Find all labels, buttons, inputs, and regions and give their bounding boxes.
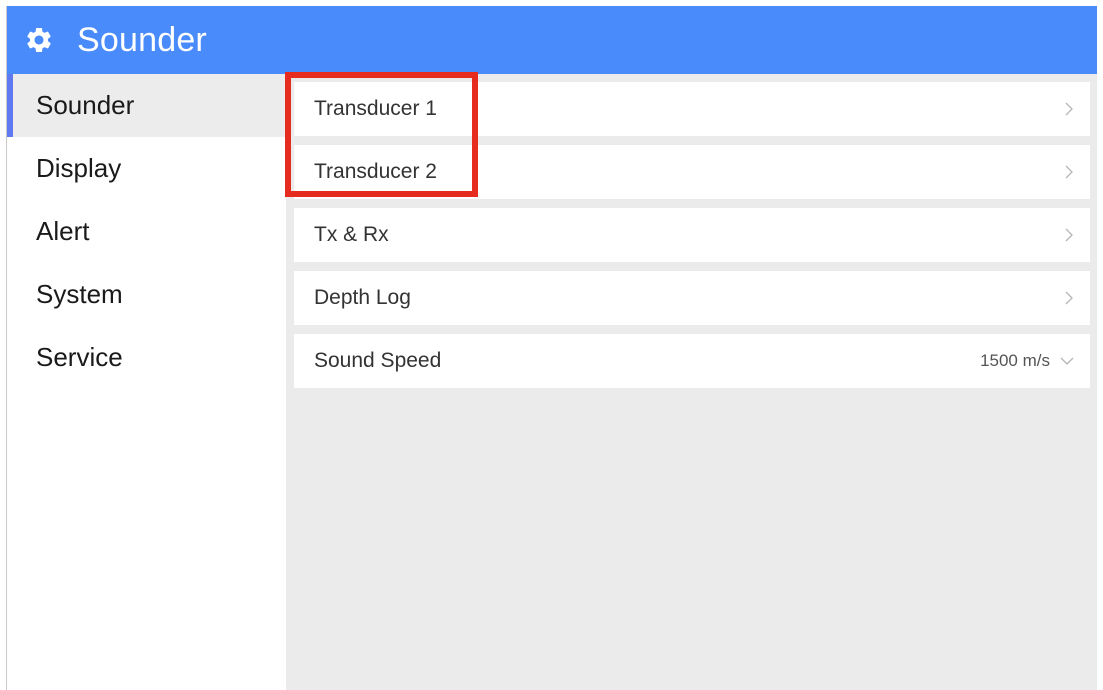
chevron-right-icon <box>1064 228 1074 242</box>
app-window: Sounder Sounder Display Alert System Ser… <box>6 6 1097 690</box>
chevron-down-icon <box>1060 356 1074 366</box>
row-trailing <box>1064 228 1074 242</box>
row-label: Transducer 1 <box>314 97 437 120</box>
row-trailing: 1500 m/s <box>980 351 1074 371</box>
row-label: Tx & Rx <box>314 223 389 246</box>
sidebar-item-service[interactable]: Service <box>7 326 286 389</box>
transducer-1-row[interactable]: Transducer 1 <box>294 82 1090 136</box>
sidebar-item-display[interactable]: Display <box>7 137 286 200</box>
sound-speed-row[interactable]: Sound Speed 1500 m/s <box>294 334 1090 388</box>
row-label: Transducer 2 <box>314 160 437 183</box>
gear-icon <box>21 22 57 58</box>
sidebar-item-sounder[interactable]: Sounder <box>7 74 286 137</box>
sidebar-item-label: Display <box>36 153 122 183</box>
sidebar-item-system[interactable]: System <box>7 263 286 326</box>
page-title: Sounder <box>77 20 207 59</box>
row-trailing <box>1064 291 1074 305</box>
row-label: Sound Speed <box>314 349 442 372</box>
transducer-2-row[interactable]: Transducer 2 <box>294 145 1090 199</box>
sidebar-item-label: Sounder <box>36 90 135 120</box>
header-bar: Sounder <box>7 6 1097 74</box>
settings-panel: Transducer 1 Transducer 2 Tx & Rx Depth … <box>286 74 1097 690</box>
sidebar-item-alert[interactable]: Alert <box>7 200 286 263</box>
chevron-right-icon <box>1064 102 1074 116</box>
sound-speed-value: 1500 m/s <box>980 351 1050 370</box>
sidebar: Sounder Display Alert System Service <box>7 74 286 690</box>
chevron-right-icon <box>1064 165 1074 179</box>
sidebar-item-label: Alert <box>36 216 90 246</box>
row-label: Depth Log <box>314 286 411 309</box>
depth-log-row[interactable]: Depth Log <box>294 271 1090 325</box>
chevron-right-icon <box>1064 291 1074 305</box>
sidebar-item-label: Service <box>36 342 123 372</box>
row-trailing <box>1064 165 1074 179</box>
row-trailing <box>1064 102 1074 116</box>
sidebar-item-label: System <box>36 279 123 309</box>
tx-rx-row[interactable]: Tx & Rx <box>294 208 1090 262</box>
